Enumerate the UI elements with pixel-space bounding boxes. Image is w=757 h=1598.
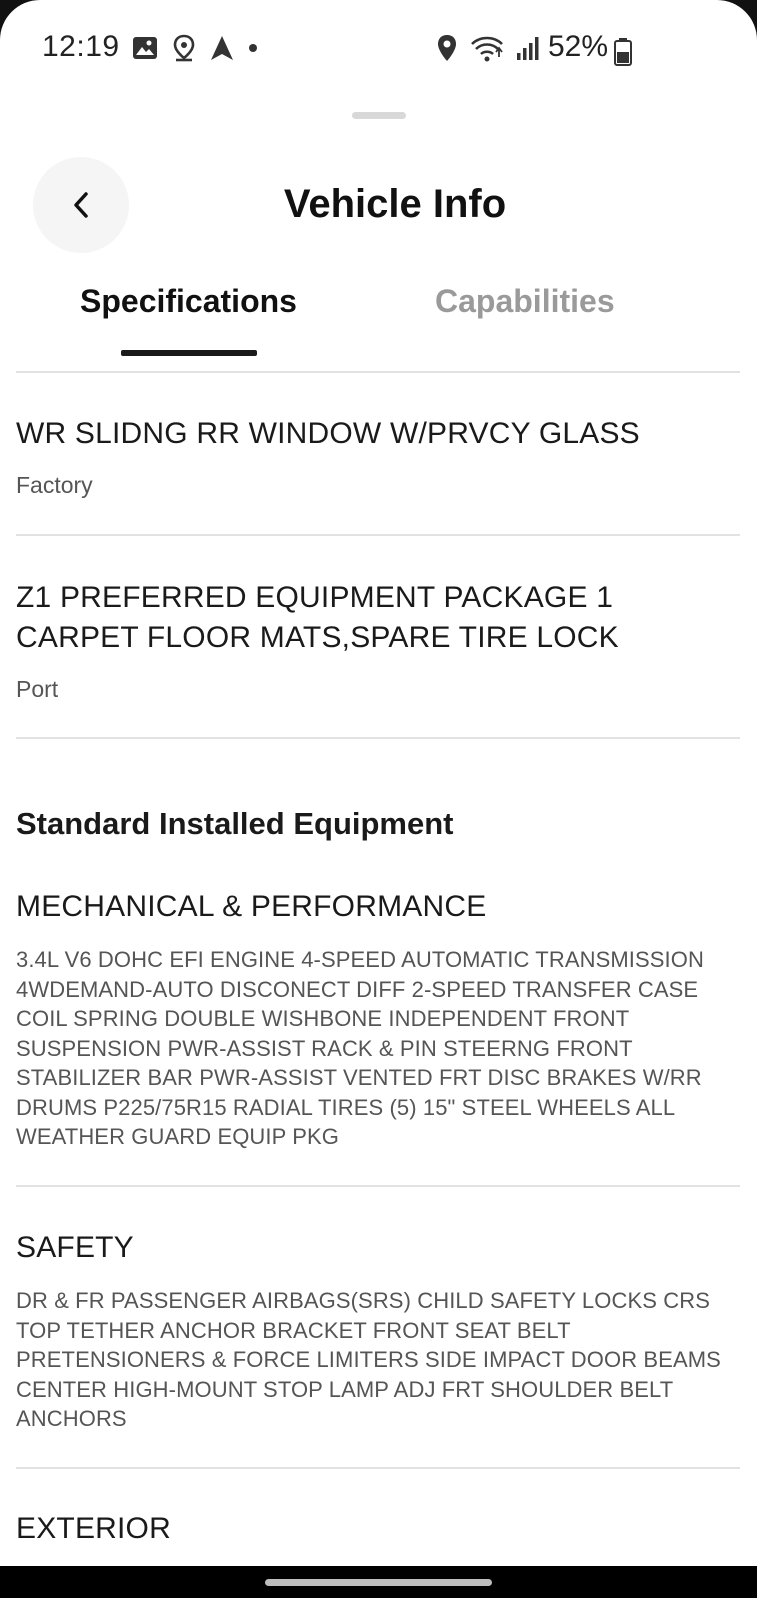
category-mechanical: MECHANICAL & PERFORMANCE — [16, 890, 740, 924]
image-icon — [133, 37, 157, 59]
category-description: 3.4L V6 DOHC EFI ENGINE 4-SPEED AUTOMATI… — [16, 947, 704, 1149]
status-bar: 12:19 52% — [0, 22, 757, 74]
location-pin-icon — [173, 34, 195, 62]
active-tab-indicator — [121, 350, 257, 356]
tab-capabilities[interactable]: Capabilities — [435, 283, 625, 320]
section-header: Standard Installed Equipment — [16, 806, 740, 842]
category-description: DR & FR PASSENGER AIRBAGS(SRS) CHILD SAF… — [16, 1288, 721, 1431]
signal-icon — [517, 37, 539, 60]
list-item-source: Port — [16, 676, 740, 703]
status-left-icons — [132, 34, 258, 62]
option-title: Z1 PREFERRED EQUIPMENT PACKAGE 1 CARPET … — [16, 581, 619, 654]
wifi-icon — [471, 36, 503, 62]
navigation-arrow-icon — [211, 36, 233, 60]
category-mechanical-desc: 3.4L V6 DOHC EFI ENGINE 4-SPEED AUTOMATI… — [16, 945, 740, 1152]
category-safety-desc: DR & FR PASSENGER AIRBAGS(SRS) CHILD SAF… — [16, 1286, 740, 1434]
home-indicator[interactable] — [265, 1579, 492, 1586]
option-source: Factory — [16, 472, 93, 498]
tabs-divider — [16, 371, 740, 373]
battery-percent: 52% — [548, 30, 609, 63]
location-icon — [438, 35, 456, 61]
page-title: Vehicle Info — [283, 182, 507, 226]
option-source: Port — [16, 676, 59, 702]
item-divider — [16, 737, 740, 739]
list-item: WR SLIDNG RR WINDOW W/PRVCY GLASS — [16, 414, 740, 454]
category-exterior: EXTERIOR — [16, 1512, 740, 1546]
category-title: EXTERIOR — [16, 1512, 171, 1545]
list-item: Z1 PREFERRED EQUIPMENT PACKAGE 1 CARPET … — [16, 578, 656, 658]
list-item-source: Factory — [16, 472, 740, 499]
status-right-icons — [436, 34, 542, 62]
item-divider — [16, 1467, 740, 1469]
battery-icon — [614, 38, 632, 66]
category-title: MECHANICAL & PERFORMANCE — [16, 890, 487, 923]
tab-specifications[interactable]: Specifications — [80, 283, 298, 320]
dot-icon — [249, 44, 257, 52]
system-nav-bar — [0, 1566, 757, 1598]
status-time: 12:19 — [42, 30, 120, 63]
category-safety: SAFETY — [16, 1231, 740, 1265]
app-screen: 12:19 52% Vehicle Info Specifications Ca… — [0, 0, 757, 1598]
category-title: SAFETY — [16, 1231, 134, 1264]
item-divider — [16, 1185, 740, 1187]
option-title: WR SLIDNG RR WINDOW W/PRVCY GLASS — [16, 417, 640, 450]
item-divider — [16, 534, 740, 536]
section-heading: Standard Installed Equipment — [16, 806, 454, 841]
sheet-drag-handle[interactable] — [352, 112, 406, 119]
